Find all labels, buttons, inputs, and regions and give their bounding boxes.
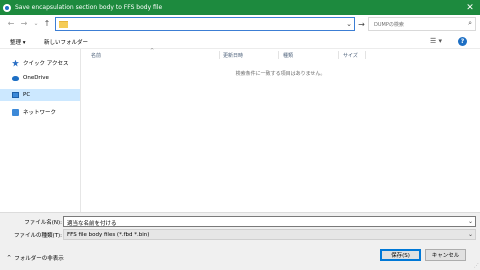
filename-value: 適当な名前を付ける (67, 221, 117, 227)
filename-dropdown-icon[interactable]: ⌄ (468, 218, 473, 225)
navigation-pane: クイック アクセス OneDrive PC ネットワーク (0, 49, 81, 212)
address-bar[interactable]: ⌄ (55, 17, 355, 31)
resize-grip-icon[interactable]: ⋰ (474, 263, 479, 269)
search-input[interactable]: DUMPの検索 ⌕ (368, 17, 476, 31)
empty-message: 検索条件に一致する項目はありません。 (235, 71, 326, 77)
address-dropdown-icon[interactable]: ⌄ (346, 20, 352, 28)
network-icon (12, 108, 19, 116)
up-arrow-icon[interactable]: ↑ (42, 19, 52, 29)
filetype-label: ファイルの種類(T): (13, 233, 62, 239)
help-icon[interactable]: ? (458, 37, 467, 46)
column-header-name[interactable]: 名前 (91, 52, 101, 59)
file-list[interactable]: ^ 名前 更新日時 種類 サイズ 検索条件に一致する項目はありません。 (81, 48, 480, 212)
go-arrow-icon[interactable]: → (357, 19, 366, 29)
title-bar: Save encapsulation section body to FFS b… (0, 0, 480, 15)
filename-input[interactable]: 適当な名前を付ける ⌄ (63, 216, 476, 227)
star-icon (12, 59, 19, 67)
column-divider[interactable] (338, 51, 339, 59)
filename-label: ファイル名(N): (24, 220, 62, 226)
organize-button[interactable]: 整理 ▾ (10, 38, 26, 46)
command-toolbar: 整理 ▾ 新しいフォルダー ☰ ▾ ? (0, 34, 480, 49)
view-options-icon[interactable]: ☰ ▾ (430, 37, 442, 46)
sidebar-item-onedrive[interactable]: OneDrive (0, 72, 80, 84)
app-icon (3, 3, 11, 12)
sidebar-item-label: クイック アクセス (23, 61, 69, 67)
save-options-panel: ファイル名(N): 適当な名前を付ける ⌄ ファイルの種類(T): FFS fi… (0, 212, 480, 270)
search-placeholder: DUMPの検索 (374, 22, 404, 28)
sidebar-item-network[interactable]: ネットワーク (0, 106, 80, 118)
recent-locations-chevron-icon[interactable]: ⌄ (31, 19, 41, 29)
column-header-size[interactable]: サイズ (343, 52, 358, 59)
column-header-modified[interactable]: 更新日時 (223, 52, 243, 59)
chevron-up-icon: ^ (7, 255, 12, 261)
folder-icon (59, 21, 68, 28)
pc-icon (12, 92, 19, 98)
column-divider[interactable] (278, 51, 279, 59)
hide-folders-toggle[interactable]: ^ フォルダーの非表示 (7, 254, 64, 262)
column-divider[interactable] (219, 51, 220, 59)
back-arrow-icon[interactable]: ← (6, 19, 16, 29)
sidebar-item-label: PC (23, 92, 31, 98)
sort-ascending-icon: ^ (150, 48, 155, 54)
window-title: Save encapsulation section body to FFS b… (15, 4, 163, 11)
new-folder-button[interactable]: 新しいフォルダー (44, 38, 88, 46)
address-row: ← → ⌄ ↑ ⌄ → DUMPの検索 ⌕ (0, 15, 480, 34)
sidebar-item-label: OneDrive (23, 75, 49, 81)
forward-arrow-icon[interactable]: → (19, 19, 29, 29)
column-divider[interactable] (365, 51, 366, 59)
filetype-select[interactable]: FFS file body files (*.fbd *.bin) ⌄ (63, 229, 476, 240)
sidebar-item-quick-access[interactable]: クイック アクセス (0, 57, 80, 69)
save-button[interactable]: 保存(S) (380, 249, 421, 261)
sidebar-item-pc[interactable]: PC (0, 89, 80, 101)
filetype-dropdown-icon[interactable]: ⌄ (468, 231, 473, 238)
close-button[interactable]: ✕ (460, 0, 480, 15)
filetype-value: FFS file body files (*.fbd *.bin) (67, 232, 150, 238)
column-header-type[interactable]: 種類 (283, 52, 293, 59)
search-icon[interactable]: ⌕ (468, 19, 472, 28)
cancel-button[interactable]: キャンセル (425, 249, 466, 261)
sidebar-item-label: ネットワーク (23, 110, 57, 116)
cloud-icon (12, 75, 19, 81)
hide-folders-label: フォルダーの非表示 (14, 256, 64, 262)
